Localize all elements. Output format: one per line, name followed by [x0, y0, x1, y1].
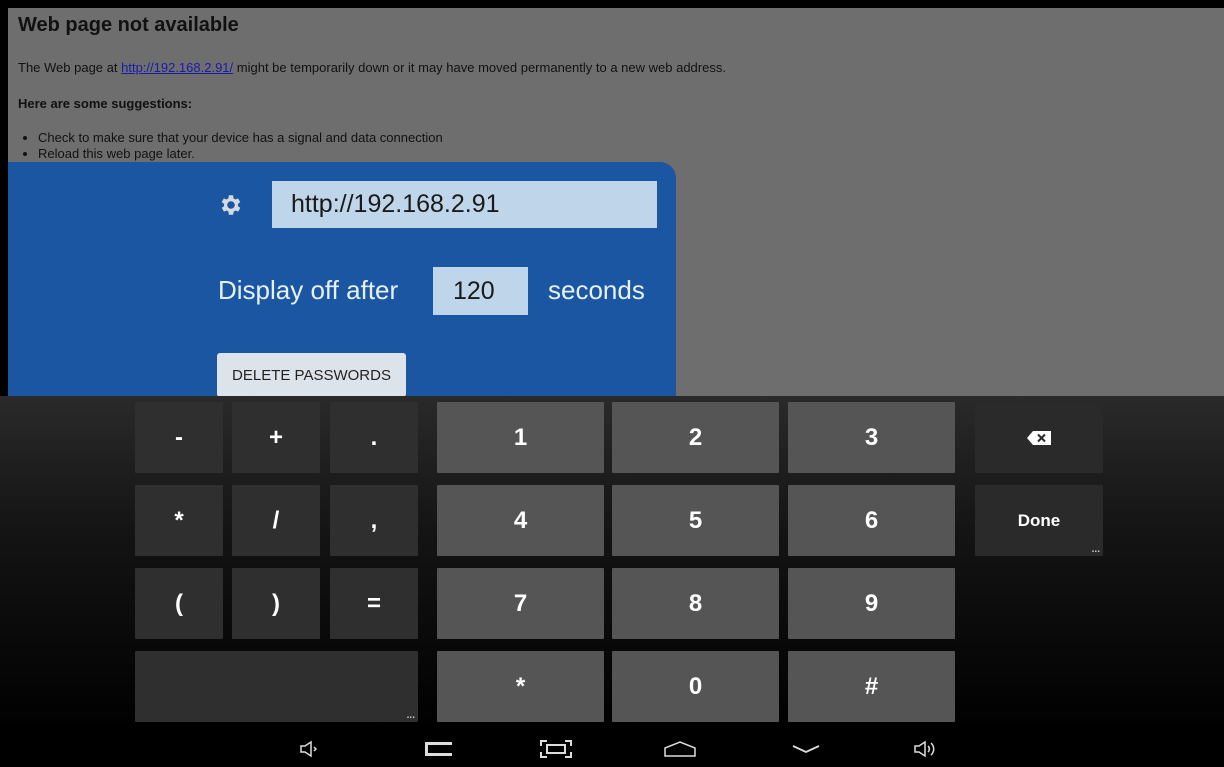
error-message: The Web page at http://192.168.2.91/ mig…: [18, 60, 726, 75]
navigation-bar: [0, 731, 1224, 767]
key-3[interactable]: 3: [788, 402, 955, 473]
space-key[interactable]: ...: [135, 651, 418, 722]
done-key[interactable]: Done ...: [975, 485, 1103, 556]
display-off-label: Display off after: [218, 275, 399, 305]
back-icon: [425, 742, 452, 756]
more-indicator: ...: [1091, 544, 1100, 555]
error-suffix: might be temporarily down or it may have…: [233, 60, 726, 75]
hide-keyboard-button[interactable]: [786, 731, 826, 767]
hide-keyboard-icon: [792, 745, 820, 753]
backspace-icon: [1027, 430, 1051, 445]
screenshot-button[interactable]: [536, 731, 576, 767]
screenshot-icon: [540, 740, 572, 758]
error-prefix: The Web page at: [18, 60, 122, 75]
home-icon: [664, 741, 696, 757]
volume-up-button[interactable]: [906, 731, 946, 767]
volume-down-button[interactable]: [290, 731, 330, 767]
key-minus[interactable]: -: [135, 402, 223, 473]
backspace-key[interactable]: [975, 402, 1103, 473]
suggestions-list: Check to make sure that your device has …: [38, 130, 443, 162]
key-8[interactable]: 8: [612, 568, 779, 639]
url-input[interactable]: [272, 181, 657, 228]
key-equals[interactable]: =: [330, 568, 418, 639]
key-6[interactable]: 6: [788, 485, 955, 556]
home-button[interactable]: [660, 731, 700, 767]
key-plus[interactable]: +: [232, 402, 320, 473]
seconds-label: seconds: [548, 275, 645, 305]
list-item: Check to make sure that your device has …: [38, 130, 443, 146]
key-7[interactable]: 7: [437, 568, 604, 639]
done-label: Done: [1017, 510, 1061, 530]
key-slash[interactable]: /: [232, 485, 320, 556]
gear-icon[interactable]: [218, 192, 244, 218]
key-1[interactable]: 1: [437, 402, 604, 473]
page-title: Web page not available: [18, 14, 239, 36]
more-indicator: ...: [406, 710, 415, 721]
delete-passwords-button[interactable]: DELETE PASSWORDS: [217, 353, 406, 397]
list-item: Reload this web page later.: [38, 146, 443, 162]
seconds-input[interactable]: [433, 267, 528, 315]
settings-panel: Display off after seconds DELETE PASSWOR…: [8, 162, 676, 402]
key-asterisk[interactable]: *: [135, 485, 223, 556]
key-0[interactable]: 0: [612, 651, 779, 722]
back-button[interactable]: [418, 731, 458, 767]
volume-up-icon: [914, 740, 935, 758]
key-5[interactable]: 5: [612, 485, 779, 556]
key-9[interactable]: 9: [788, 568, 955, 639]
volume-down-icon: [300, 740, 318, 758]
numeric-keyboard: - + . 1 2 3 * / , 4 5 6 Done ... ( ) = 7…: [0, 396, 1224, 731]
address-link[interactable]: http://192.168.2.91/: [121, 60, 233, 75]
suggestions-heading: Here are some suggestions:: [18, 96, 193, 111]
key-open-paren[interactable]: (: [135, 568, 223, 639]
key-hash[interactable]: #: [788, 651, 955, 722]
key-comma[interactable]: ,: [330, 485, 418, 556]
key-2[interactable]: 2: [612, 402, 779, 473]
key-star[interactable]: *: [437, 651, 604, 722]
key-4[interactable]: 4: [437, 485, 604, 556]
key-close-paren[interactable]: ): [232, 568, 320, 639]
key-period[interactable]: .: [330, 402, 418, 473]
